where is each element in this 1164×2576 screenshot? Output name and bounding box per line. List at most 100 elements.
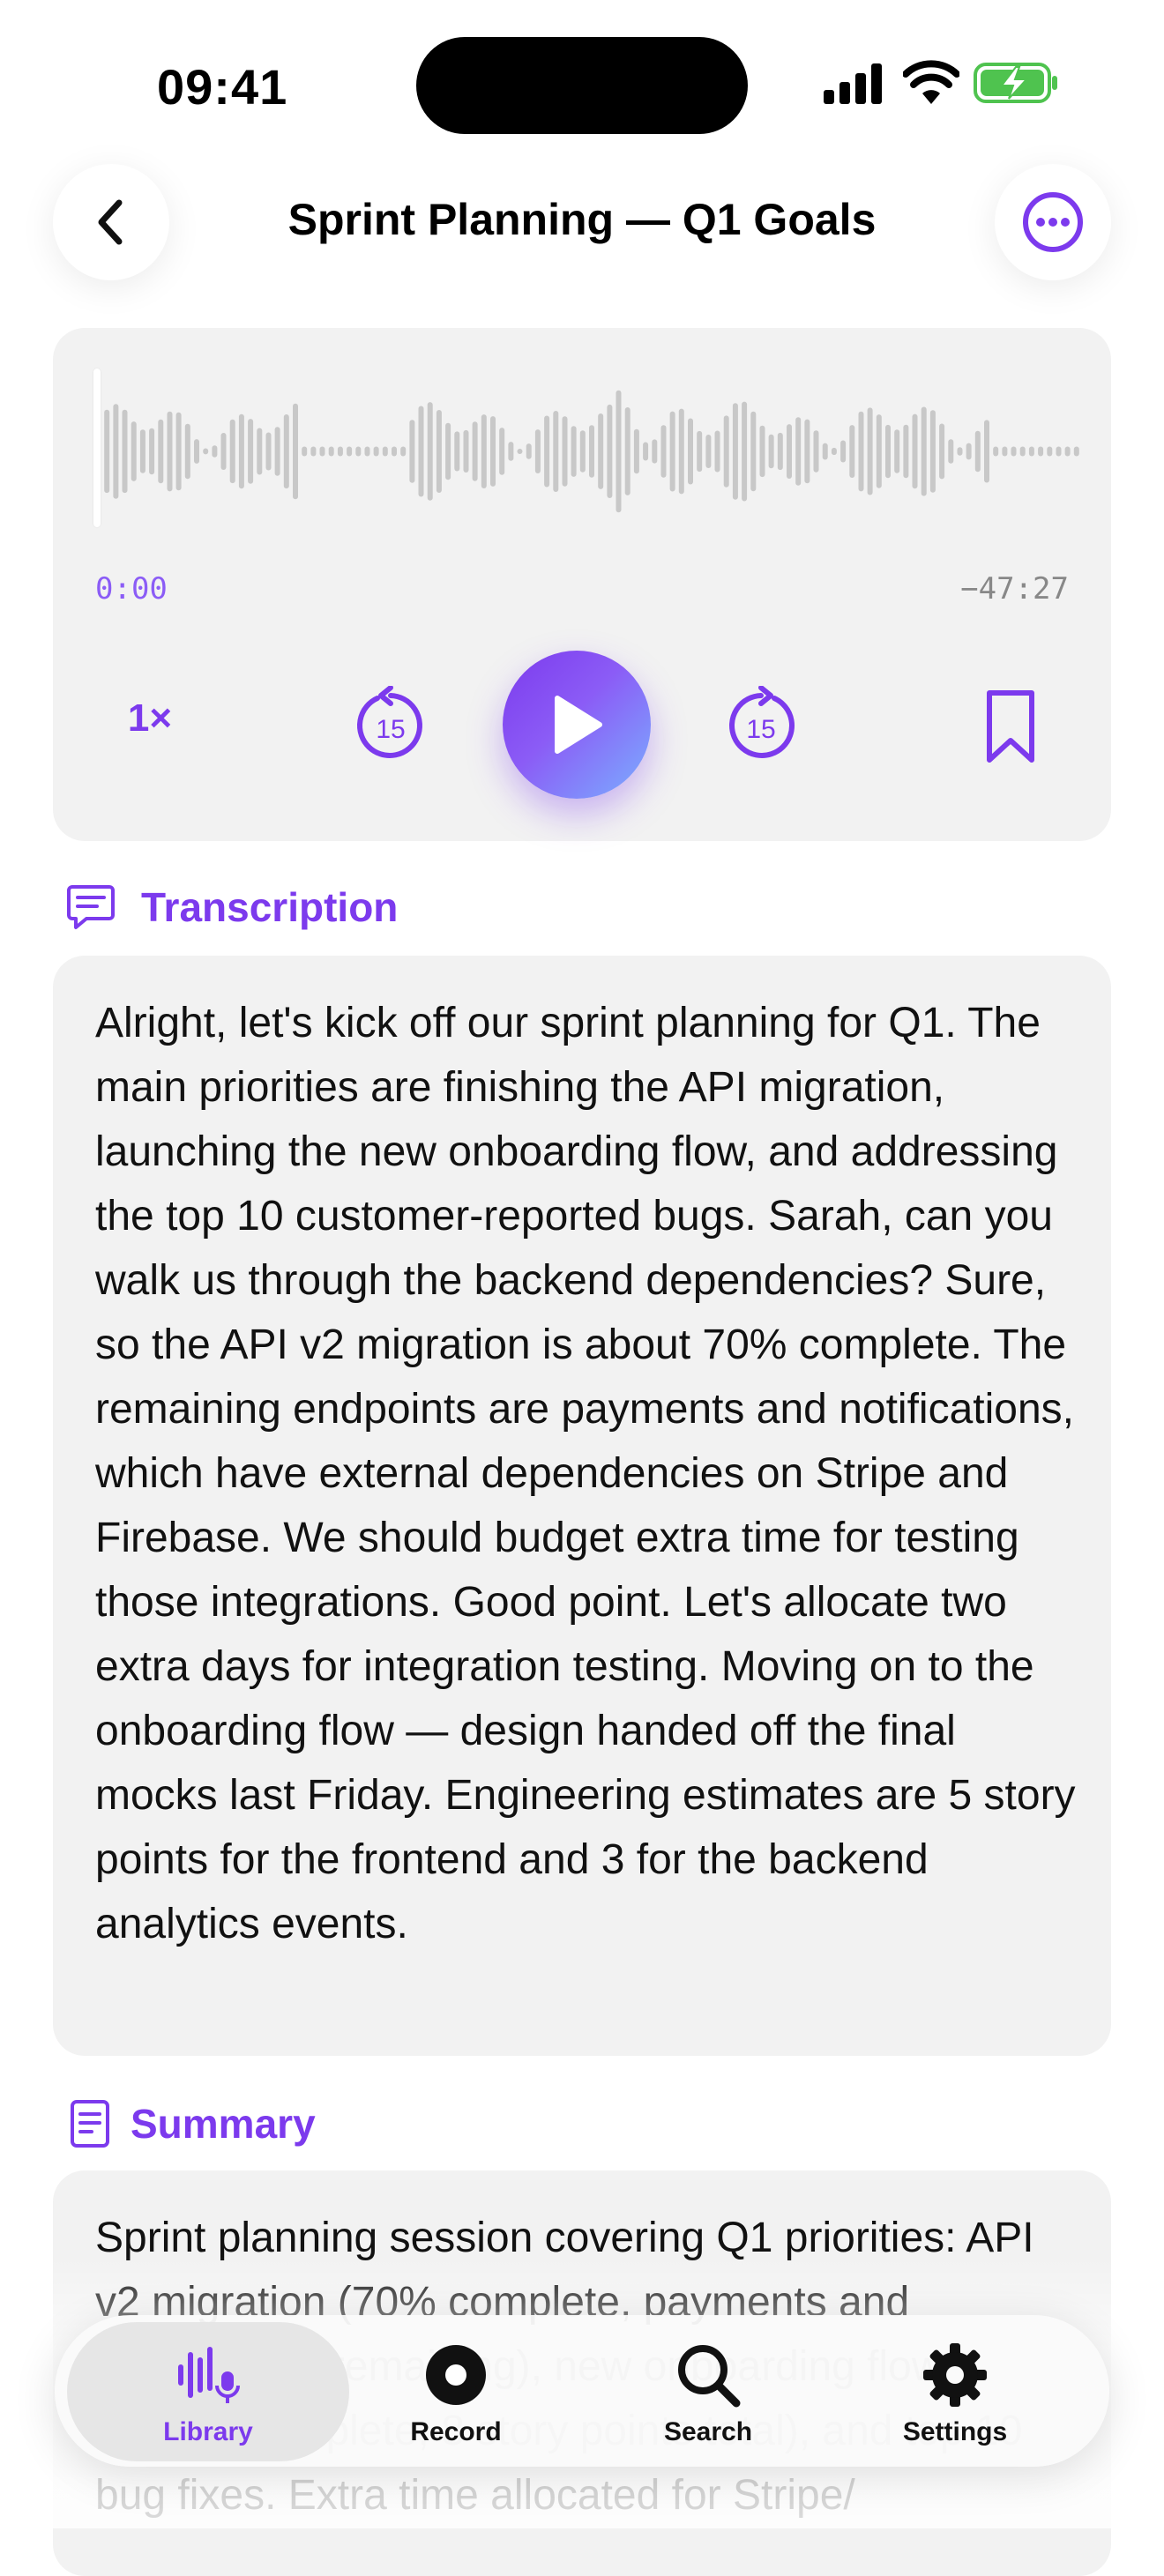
skip-forward-15-button[interactable]: 15 xyxy=(721,685,801,765)
waveform-bar xyxy=(1047,446,1053,457)
battery-charging-icon xyxy=(974,63,1057,103)
waveform-bar xyxy=(1038,446,1044,457)
tab-search[interactable]: Search xyxy=(607,2327,810,2460)
dynamic-island xyxy=(416,37,748,134)
waveform-bar xyxy=(579,430,586,473)
waveform-bar xyxy=(194,439,199,464)
waveform-bar xyxy=(867,407,873,495)
waveform-bar xyxy=(660,425,667,478)
waveform-bar xyxy=(553,411,559,492)
waveform-bar xyxy=(328,446,334,457)
waveform-bar xyxy=(122,409,128,494)
gear-icon xyxy=(923,2343,987,2407)
playback-speed-button[interactable]: 1× xyxy=(106,696,194,749)
waveform-bar xyxy=(392,446,397,457)
skip-back-label: 15 xyxy=(376,715,405,744)
waveform-bar xyxy=(948,439,954,464)
waveform-bar xyxy=(238,413,244,489)
waveform-bar xyxy=(203,448,209,455)
summary-heading: Summary xyxy=(131,2101,316,2147)
record-icon xyxy=(426,2345,486,2405)
waveform-bar xyxy=(139,429,146,473)
waveform-bar xyxy=(822,443,828,460)
speech-bubble-text-icon xyxy=(67,885,115,929)
remaining-time: −47:27 xyxy=(960,571,1069,607)
back-button[interactable] xyxy=(53,164,169,280)
waveform-bar xyxy=(302,446,308,457)
waveform-bar xyxy=(688,418,693,485)
waveform-mic-icon xyxy=(178,2347,240,2403)
skip-back-15-button[interactable]: 15 xyxy=(351,685,430,765)
waveform-bar xyxy=(175,412,182,491)
waveform-bar xyxy=(104,409,110,494)
bookmark-icon xyxy=(987,690,1034,763)
waveform-bar xyxy=(382,446,388,457)
waveform-bar xyxy=(616,390,622,513)
waveform-bar xyxy=(229,419,235,484)
waveform-bar xyxy=(283,414,289,489)
waveform-bar xyxy=(598,413,604,489)
play-icon xyxy=(555,696,602,754)
play-button[interactable] xyxy=(503,651,651,799)
waveform-bar xyxy=(337,446,343,457)
waveform-bar xyxy=(167,411,173,492)
waveform-bar xyxy=(347,446,353,457)
waveform-bar xyxy=(1064,446,1071,457)
waveform-bar xyxy=(804,419,810,484)
waveform-bar xyxy=(481,414,487,488)
waveform-bar xyxy=(436,410,442,493)
tab-record[interactable]: Record xyxy=(354,2327,557,2460)
waveform-bar xyxy=(184,423,190,480)
skip-forward-icon: 15 xyxy=(729,685,795,758)
audio-waveform[interactable] xyxy=(92,363,1079,540)
tab-settings[interactable]: Settings xyxy=(854,2327,1056,2460)
waveform-bar xyxy=(858,411,864,492)
more-options-button[interactable] xyxy=(995,164,1111,280)
waveform-bar xyxy=(589,425,594,478)
waveform-bar xyxy=(742,401,748,502)
playhead-scrubber[interactable] xyxy=(93,369,101,527)
page-title: Sprint Planning — Q1 Goals xyxy=(287,195,877,244)
waveform-bar xyxy=(257,428,263,475)
document-icon xyxy=(71,2100,109,2148)
waveform-bar xyxy=(427,402,433,501)
waveform-bar xyxy=(903,424,909,479)
waveform-bar xyxy=(526,443,532,459)
waveform-bar xyxy=(445,422,451,480)
waveform-bar xyxy=(319,446,325,457)
waveform-bar xyxy=(697,430,703,473)
skip-forward-label: 15 xyxy=(746,715,775,744)
waveform-bar xyxy=(787,424,792,479)
waveform-bar xyxy=(678,408,684,495)
waveform-bar xyxy=(1002,446,1008,457)
waveform-bar xyxy=(652,439,658,464)
waveform-bar xyxy=(607,404,613,498)
magnifier-icon xyxy=(678,2345,741,2408)
ellipsis-circle-icon xyxy=(1023,192,1083,252)
transcription-heading: Transcription xyxy=(141,884,399,930)
waveform-bar xyxy=(885,424,891,479)
transcription-text[interactable]: Alright, let's kick off our sprint plann… xyxy=(95,991,1083,1956)
tab-settings-label: Settings xyxy=(902,2417,1008,2446)
tab-library-label: Library xyxy=(163,2417,253,2446)
waveform-bar xyxy=(723,415,729,488)
waveform-bar xyxy=(571,426,577,477)
waveform-bar xyxy=(517,449,523,454)
waveform-bar xyxy=(418,406,424,497)
tab-library[interactable]: Library xyxy=(107,2327,310,2460)
waveform-bar xyxy=(212,445,218,458)
waveform-bar xyxy=(957,447,963,456)
chevron-left-icon xyxy=(98,199,123,245)
waveform-bar xyxy=(939,423,945,480)
waveform-bar xyxy=(265,432,272,471)
waveform-bar xyxy=(454,431,460,472)
waveform-bar xyxy=(463,429,469,473)
skip-back-icon: 15 xyxy=(357,685,422,758)
waveform-bar xyxy=(364,446,370,457)
waveform-bar xyxy=(840,440,847,463)
wifi-icon xyxy=(903,60,959,104)
waveform-bar xyxy=(400,446,407,457)
tab-record-label: Record xyxy=(410,2417,502,2446)
waveform-bar xyxy=(894,429,900,473)
bookmark-button[interactable] xyxy=(982,688,1039,767)
